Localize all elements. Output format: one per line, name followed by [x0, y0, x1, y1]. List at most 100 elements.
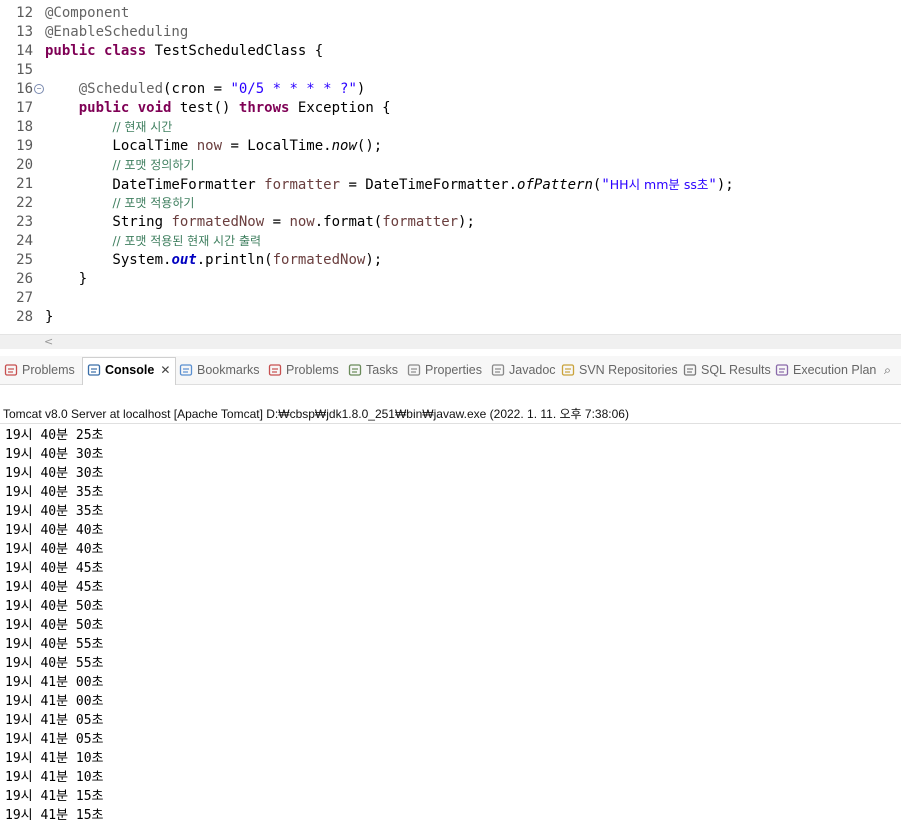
line-number: 22	[16, 195, 33, 211]
code-line: 19 LocalTime now = LocalTime.now();	[0, 137, 901, 156]
tab-sql-results[interactable]: SQL Results	[683, 360, 771, 380]
line-number: 16	[16, 81, 33, 97]
tab-bookmarks[interactable]: Bookmarks	[179, 360, 260, 380]
code-text: @Scheduled(cron = "0/5 * * * * ?")	[78, 81, 366, 97]
console-output-line: 19시 40분 35초	[5, 485, 104, 500]
line-number: 25	[16, 252, 33, 268]
tab-problems[interactable]: Problems	[268, 360, 339, 380]
console-output-line: 19시 40분 25초	[5, 428, 104, 443]
tab-label: Problems	[22, 363, 75, 377]
problems-icon	[4, 363, 18, 377]
horizontal-scrollbar[interactable]: <	[0, 334, 901, 349]
code-line: 15	[0, 61, 901, 80]
tab-javadoc[interactable]: Javadoc	[491, 360, 556, 380]
code-line: 23 String formatedNow = now.format(forma…	[0, 213, 901, 232]
code-line: 24 // 포맷 적용된 현재 시간 출력	[0, 232, 901, 251]
tasks-icon	[348, 363, 362, 377]
line-number: 27	[16, 290, 33, 306]
javadoc-icon	[491, 363, 505, 377]
line-number: 21	[16, 176, 33, 192]
properties-icon	[407, 363, 421, 377]
scroll-left-arrow-icon[interactable]: <	[44, 335, 53, 349]
console-output-line: 19시 40분 30초	[5, 466, 104, 481]
line-number: 20	[16, 157, 33, 173]
tab-problems[interactable]: Problems	[4, 360, 75, 380]
console-output-line: 19시 41분 10초	[5, 770, 104, 785]
tab-label: Execution Plan	[793, 363, 877, 377]
code-line: 28}	[0, 308, 901, 327]
console-icon	[87, 363, 101, 377]
console-output-line: 19시 40분 50초	[5, 618, 104, 633]
code-editor[interactable]: 12 @Component 13 @EnableScheduling 14 public …	[0, 0, 901, 334]
code-line: 27	[0, 289, 901, 308]
console-output-line: 19시 41분 00초	[5, 694, 104, 709]
code-line: 14 public class TestScheduledClass {	[0, 42, 901, 61]
fold-toggle-icon[interactable]: −	[34, 84, 44, 94]
tab-properties[interactable]: Properties	[407, 360, 482, 380]
code-line: 22 // 포맷 적용하기	[0, 194, 901, 213]
tab-label: Properties	[425, 363, 482, 377]
console-output-line: 19시 41분 05초	[5, 732, 104, 747]
code-text: public class TestScheduledClass {	[45, 43, 324, 59]
tab-label: Console	[105, 363, 155, 377]
code-line: 18 // 현재 시간	[0, 118, 901, 137]
line-number: 24	[16, 233, 33, 249]
line-number: 15	[16, 62, 33, 78]
svn-icon	[561, 363, 575, 377]
code-line: 21 DateTimeFormatter formatter = DateTim…	[0, 175, 901, 194]
line-number: 18	[16, 119, 33, 135]
code-line: 16− @Scheduled(cron = "0/5 * * * * ?")	[0, 80, 901, 99]
code-text: @Component	[45, 5, 130, 21]
code-text: String formatedNow = now.format(formatte…	[45, 214, 475, 230]
code-text: // 현재 시간	[112, 120, 173, 134]
code-line: 20 // 포맷 정의하기	[0, 156, 901, 175]
line-number: 12	[16, 5, 33, 21]
console-output-line: 19시 41분 15초	[5, 789, 104, 804]
line-number: 17	[16, 100, 33, 116]
code-text: LocalTime now = LocalTime.now();	[45, 138, 383, 154]
code-text: DateTimeFormatter formatter = DateTimeFo…	[45, 177, 734, 193]
console-output-line: 19시 41분 00초	[5, 675, 104, 690]
line-number: 14	[16, 43, 33, 59]
line-number: 19	[16, 138, 33, 154]
console-output-line: 19시 40분 55초	[5, 637, 104, 652]
console-output-line: 19시 40분 55초	[5, 656, 104, 671]
bookmarks-icon	[179, 363, 193, 377]
code-text: public void test() throws Exception {	[78, 100, 391, 116]
line-number: 26	[16, 271, 33, 287]
problems-icon	[268, 363, 282, 377]
tab-label: SQL Results	[701, 363, 771, 377]
line-number: 23	[16, 214, 33, 230]
console-output-line: 19시 41분 15초	[5, 808, 104, 823]
close-icon[interactable]: ✕	[160, 363, 170, 377]
console-output-line: 19시 40분 35초	[5, 504, 104, 519]
code-line: 17 public void test() throws Exception {	[0, 99, 901, 118]
code-text: System.out.println(formatedNow);	[45, 252, 383, 268]
tab-console[interactable]: Console ✕	[87, 360, 170, 380]
code-line: 25 System.out.println(formatedNow);	[0, 251, 901, 270]
tab-label: Javadoc	[509, 363, 556, 377]
tab-execution-plan[interactable]: Execution Plan	[775, 360, 876, 380]
divider	[0, 423, 901, 424]
console-output-line: 19시 40분 45초	[5, 580, 104, 595]
tab-tasks[interactable]: Tasks	[348, 360, 398, 380]
console-output[interactable]: 19시 40분 25초 19시 40분 30초 19시 40분 30초 19시 40분…	[5, 426, 104, 825]
tab-label: SVN Repositories	[579, 363, 678, 377]
execution-plan-icon	[775, 363, 789, 377]
console-output-line: 19시 40분 40초	[5, 523, 104, 538]
line-number: 13	[16, 24, 33, 40]
tab-svn-repositories[interactable]: SVN Repositories	[561, 360, 678, 380]
console-output-line: 19시 40분 30초	[5, 447, 104, 462]
code-text: @EnableScheduling	[45, 24, 189, 40]
code-line: 12 @Component	[0, 4, 901, 23]
code-text: // 포맷 적용된 현재 시간 출력	[112, 234, 262, 248]
console-launch-header: Tomcat v8.0 Server at localhost [Apache …	[3, 407, 629, 421]
line-number: 28	[16, 309, 33, 325]
search-icon[interactable]: ⌕	[884, 360, 891, 380]
tab-label: Bookmarks	[197, 363, 260, 377]
code-line: 13 @EnableScheduling	[0, 23, 901, 42]
console-output-line: 19시 41분 10초	[5, 751, 104, 766]
console-output-line: 19시 40분 45초	[5, 561, 104, 576]
sql-results-icon	[683, 363, 697, 377]
console-output-line: 19시 41분 05초	[5, 713, 104, 728]
